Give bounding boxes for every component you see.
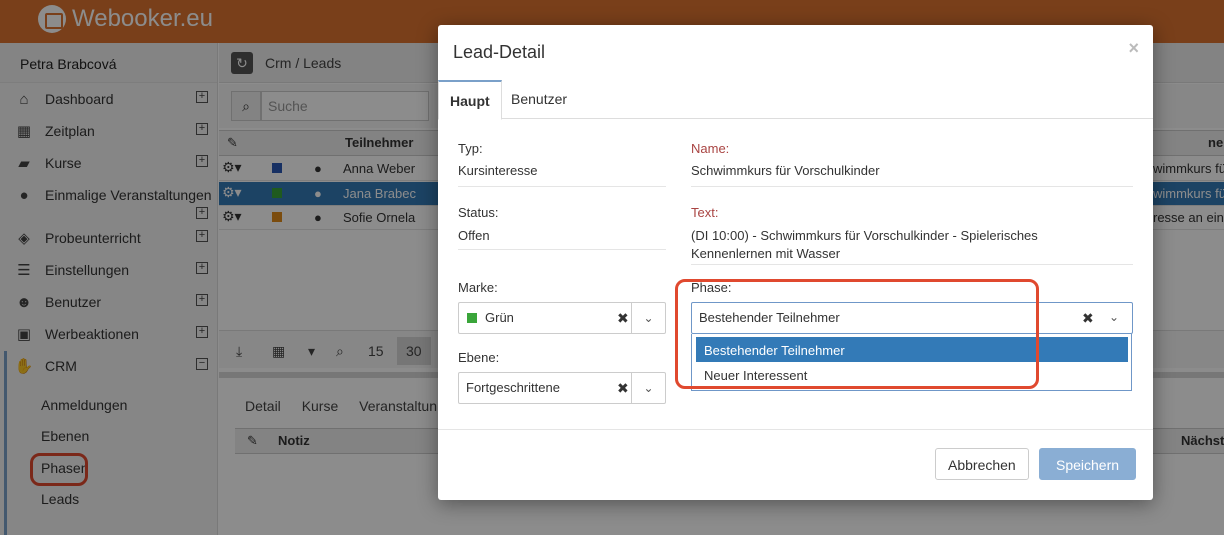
marke-selected-value: Grün bbox=[485, 310, 514, 325]
footer-divider bbox=[438, 429, 1153, 430]
lead-detail-modal: Lead-Detail × Haupt Benutzer Typ: Kursin… bbox=[438, 25, 1153, 500]
modal-tabs: Haupt Benutzer bbox=[438, 80, 1153, 120]
name-value: Schwimmkurs für Vorschulkinder bbox=[691, 163, 880, 178]
text-label: Text: bbox=[691, 205, 719, 220]
tab-benutzer[interactable]: Benutzer bbox=[500, 80, 578, 119]
ebene-label: Ebene: bbox=[458, 350, 500, 365]
marke-select[interactable]: Grün ✖ ⌄ bbox=[458, 302, 666, 334]
clear-icon[interactable]: ✖ bbox=[1082, 310, 1094, 327]
divider bbox=[691, 186, 1133, 187]
text-value: (DI 10:00) - Schwimmkurs für Vorschulkin… bbox=[691, 228, 1038, 261]
clear-icon[interactable]: ✖ bbox=[617, 310, 629, 327]
divider bbox=[691, 264, 1133, 265]
divider bbox=[458, 249, 666, 250]
tab-haupt[interactable]: Haupt bbox=[438, 80, 502, 120]
ebene-select[interactable]: Fortgeschrittene ✖ ⌄ bbox=[458, 372, 666, 404]
flag-icon bbox=[467, 313, 477, 323]
clear-icon[interactable]: ✖ bbox=[617, 380, 629, 397]
chevron-down-icon[interactable]: ⌄ bbox=[1109, 310, 1119, 324]
typ-value: Kursinteresse bbox=[458, 163, 538, 178]
close-icon[interactable]: × bbox=[1128, 38, 1139, 59]
cancel-button[interactable]: Abbrechen bbox=[935, 448, 1029, 480]
status-value: Offen bbox=[458, 228, 490, 243]
chevron-down-icon[interactable]: ⌄ bbox=[631, 303, 665, 333]
name-label: Name: bbox=[691, 141, 730, 156]
modal-title: Lead-Detail bbox=[453, 42, 546, 62]
chevron-down-icon[interactable]: ⌄ bbox=[631, 373, 665, 403]
ebene-selected-value: Fortgeschrittene bbox=[466, 380, 560, 395]
divider bbox=[458, 186, 666, 187]
typ-label: Typ: bbox=[458, 141, 483, 156]
annotation-highlight-phase bbox=[675, 279, 1039, 389]
status-label: Status: bbox=[458, 205, 499, 220]
marke-label: Marke: bbox=[458, 280, 498, 295]
save-button[interactable]: Speichern bbox=[1039, 448, 1137, 480]
